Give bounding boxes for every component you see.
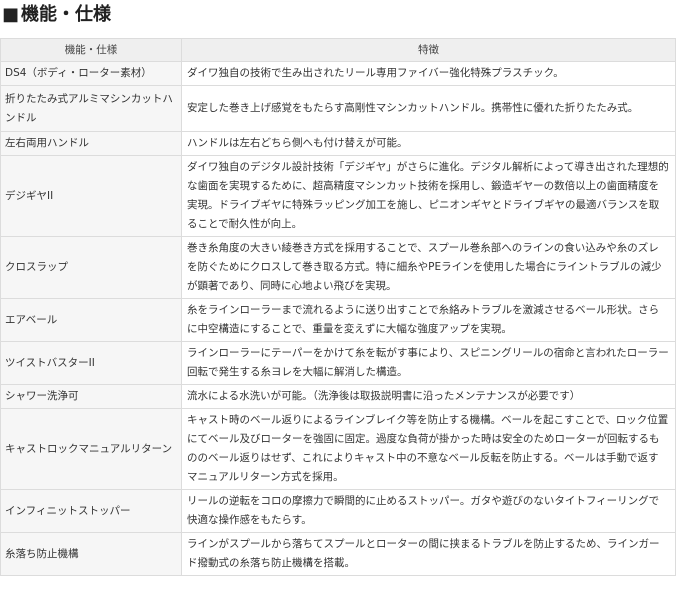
square-bullet-icon: ■ bbox=[2, 4, 20, 25]
table-row: 糸落ち防止機構 ラインがスプールから落ちてスプールとローターの間に挟まるトラブル… bbox=[0, 532, 676, 576]
feature-name: デジギヤII bbox=[0, 155, 182, 237]
feature-name: 左右両用ハンドル bbox=[0, 131, 182, 156]
table-row: キャストロックマニュアルリターン キャスト時のベール返りによるラインブレイク等を… bbox=[0, 408, 676, 490]
table-row: 折りたたみ式アルミマシンカットハンドル 安定した巻き上げ感覚をもたらす高剛性マシ… bbox=[0, 85, 676, 132]
feature-description: リールの逆転をコロの摩擦力で瞬間的に止めるストッパー。ガタや遊びのないタイトフィ… bbox=[181, 489, 676, 533]
feature-name: インフィニットストッパー bbox=[0, 489, 182, 533]
feature-name: DS4（ボディ・ローター素材） bbox=[0, 61, 182, 86]
feature-name: 糸落ち防止機構 bbox=[0, 532, 182, 576]
feature-description: ハンドルは左右どちら側へも付け替えが可能。 bbox=[181, 131, 676, 156]
feature-description: ダイワ独自のデジタル設計技術「デジギヤ」がさらに進化。デジタル解析によって導き出… bbox=[181, 155, 676, 237]
table-row: デジギヤII ダイワ独自のデジタル設計技術「デジギヤ」がさらに進化。デジタル解析… bbox=[0, 155, 676, 237]
table-row: クロスラップ 巻き糸角度の大きい綾巻き方式を採用することで、スプール巻糸部へのラ… bbox=[0, 236, 676, 299]
feature-description: ダイワ独自の技術で生み出されたリール専用ファイバー強化特殊プラスチック。 bbox=[181, 61, 676, 86]
feature-description: 巻き糸角度の大きい綾巻き方式を採用することで、スプール巻糸部へのラインの食い込み… bbox=[181, 236, 676, 299]
section-heading: ■ 機能・仕様 bbox=[0, 0, 679, 38]
feature-name: ツイストバスターII bbox=[0, 341, 182, 385]
feature-description: 流水による水洗いが可能。（洗浄後は取扱説明書に沿ったメンテナンスが必要です） bbox=[181, 384, 676, 409]
feature-name: キャストロックマニュアルリターン bbox=[0, 408, 182, 490]
feature-name: エアベール bbox=[0, 298, 182, 342]
spec-table: 機能・仕様 特徴 DS4（ボディ・ローター素材） ダイワ独自の技術で生み出された… bbox=[0, 38, 676, 576]
feature-description: 安定した巻き上げ感覚をもたらす高剛性マシンカットハンドル。携帯性に優れた折りたた… bbox=[181, 85, 676, 132]
column-header-detail: 特徴 bbox=[181, 38, 676, 62]
feature-name: シャワー洗浄可 bbox=[0, 384, 182, 409]
column-header-feature: 機能・仕様 bbox=[0, 38, 182, 62]
section-title: 機能・仕様 bbox=[21, 4, 112, 25]
feature-name: クロスラップ bbox=[0, 236, 182, 299]
feature-description: キャスト時のベール返りによるラインブレイク等を防止する機構。ベールを起こすことで… bbox=[181, 408, 676, 490]
feature-description: ラインローラーにテーパーをかけて糸を転がす事により、スピニングリールの宿命と言わ… bbox=[181, 341, 676, 385]
table-row: DS4（ボディ・ローター素材） ダイワ独自の技術で生み出されたリール専用ファイバ… bbox=[0, 61, 676, 86]
table-row: ツイストバスターII ラインローラーにテーパーをかけて糸を転がす事により、スピニ… bbox=[0, 341, 676, 385]
table-row: シャワー洗浄可 流水による水洗いが可能。（洗浄後は取扱説明書に沿ったメンテナンス… bbox=[0, 384, 676, 409]
feature-name: 折りたたみ式アルミマシンカットハンドル bbox=[0, 85, 182, 132]
feature-description: 糸をラインローラーまで流れるように送り出すことで糸絡みトラブルを激減させるベール… bbox=[181, 298, 676, 342]
feature-description: ラインがスプールから落ちてスプールとローターの間に挟まるトラブルを防止するため、… bbox=[181, 532, 676, 576]
table-row: エアベール 糸をラインローラーまで流れるように送り出すことで糸絡みトラブルを激減… bbox=[0, 298, 676, 342]
table-row: インフィニットストッパー リールの逆転をコロの摩擦力で瞬間的に止めるストッパー。… bbox=[0, 489, 676, 533]
table-header-row: 機能・仕様 特徴 bbox=[0, 38, 676, 62]
table-row: 左右両用ハンドル ハンドルは左右どちら側へも付け替えが可能。 bbox=[0, 131, 676, 156]
